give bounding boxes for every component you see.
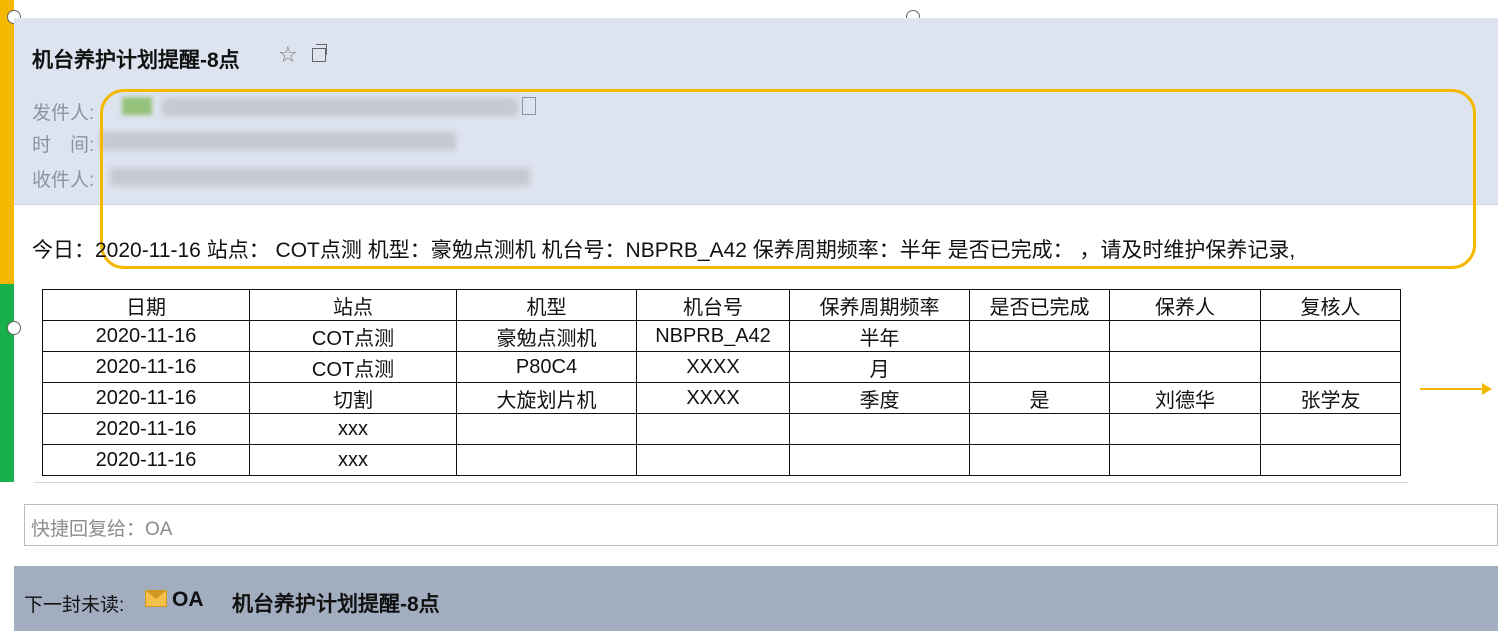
table-cell <box>1260 351 1401 383</box>
column-header: 复核人 <box>1260 289 1401 321</box>
popout-window-icon[interactable] <box>312 44 327 62</box>
table-cell <box>456 413 637 445</box>
table-cell: 2020-11-16 <box>42 382 250 414</box>
table-cell: XXXX <box>636 351 790 383</box>
column-header: 保养人 <box>1109 289 1261 321</box>
table-cell: COT点测 <box>249 320 457 352</box>
table-cell: 切割 <box>249 382 457 414</box>
email-body-line: 今日：2020-11-16 站点： COT点测 机型：豪勉点测机 机台号：NBP… <box>32 239 1296 262</box>
top-strip <box>14 0 1498 19</box>
time-redacted <box>100 132 456 150</box>
table-cell: 刘德华 <box>1109 382 1261 414</box>
table-cell <box>636 413 790 445</box>
column-header: 站点 <box>249 289 457 321</box>
table-cell: P80C4 <box>456 351 637 383</box>
table-cell: NBPRB_A42 <box>636 320 790 352</box>
recipient-redacted <box>110 168 530 186</box>
column-header: 是否已完成 <box>969 289 1110 321</box>
table-row: 2020-11-16 xxx <box>42 413 1401 445</box>
table-cell <box>636 444 790 476</box>
column-header: 机型 <box>456 289 637 321</box>
table-cell <box>789 444 970 476</box>
quick-reply-input[interactable]: 快捷回复给：OA <box>24 504 1498 546</box>
body-divider <box>34 482 1409 483</box>
table-cell: 2020-11-16 <box>42 320 250 352</box>
table-cell: 月 <box>789 351 970 383</box>
table-cell <box>1109 351 1261 383</box>
next-unread-subject[interactable]: 机台养护计划提醒-8点 <box>232 588 440 618</box>
from-label: 发件人: <box>32 103 95 124</box>
table-cell: 豪勉点测机 <box>456 320 637 352</box>
next-unread-sender[interactable]: OA <box>172 588 204 612</box>
table-cell: 2020-11-16 <box>42 413 250 445</box>
sender-redacted <box>162 98 518 116</box>
left-accent-bar-green <box>0 284 14 482</box>
email-subject: 机台养护计划提醒-8点 <box>32 49 240 72</box>
table-cell: 2020-11-16 <box>42 444 250 476</box>
envelope-icon <box>145 590 167 607</box>
table-cell <box>969 351 1110 383</box>
table-cell: 2020-11-16 <box>42 351 250 383</box>
table-row: 2020-11-16 xxx <box>42 444 1401 476</box>
email-header: 机台养护计划提醒-8点 ☆ 发件人: 时 间: 收件人: <box>14 18 1498 205</box>
table-cell: COT点测 <box>249 351 457 383</box>
table-row: 2020-11-16 切割 大旋划片机 XXXX 季度 是 刘德华 张学友 <box>42 382 1401 414</box>
table-cell <box>969 444 1110 476</box>
maintenance-table: 日期 站点 机型 机台号 保养周期频率 是否已完成 保养人 复核人 2020-1… <box>42 289 1401 476</box>
time-label: 时 间: <box>32 135 95 156</box>
table-cell: XXXX <box>636 382 790 414</box>
table-cell <box>1109 320 1261 352</box>
table-cell <box>1109 413 1261 445</box>
table-cell: 张学友 <box>1260 382 1401 414</box>
table-cell: xxx <box>249 413 457 445</box>
column-header: 日期 <box>42 289 250 321</box>
table-cell <box>789 413 970 445</box>
table-cell: 季度 <box>789 382 970 414</box>
sender-avatar-blurred <box>122 97 152 115</box>
resize-handle[interactable] <box>7 321 21 335</box>
table-cell: 半年 <box>789 320 970 352</box>
next-unread-label: 下一封未读: <box>24 595 125 616</box>
column-header: 保养周期频率 <box>789 289 970 321</box>
table-row: 2020-11-16 COT点测 P80C4 XXXX 月 <box>42 351 1401 383</box>
annotation-arrow <box>1420 383 1492 395</box>
footer-bar: 下一封未读: OA 机台养护计划提醒-8点 <box>14 566 1498 631</box>
left-accent-bar-yellow <box>0 0 14 284</box>
table-cell: 是 <box>969 382 1110 414</box>
table-row: 2020-11-16 COT点测 豪勉点测机 NBPRB_A42 半年 <box>42 320 1401 352</box>
table-cell: 大旋划片机 <box>456 382 637 414</box>
star-icon[interactable]: ☆ <box>278 42 298 68</box>
to-label: 收件人: <box>32 170 95 191</box>
table-header-row: 日期 站点 机型 机台号 保养周期频率 是否已完成 保养人 复核人 <box>42 289 1401 321</box>
column-header: 机台号 <box>636 289 790 321</box>
table-cell <box>1260 320 1401 352</box>
table-cell <box>456 444 637 476</box>
table-cell <box>969 413 1110 445</box>
table-cell <box>1260 413 1401 445</box>
table-cell: xxx <box>249 444 457 476</box>
table-cell <box>1260 444 1401 476</box>
contact-card-icon[interactable] <box>522 97 536 115</box>
table-cell <box>969 320 1110 352</box>
table-cell <box>1109 444 1261 476</box>
